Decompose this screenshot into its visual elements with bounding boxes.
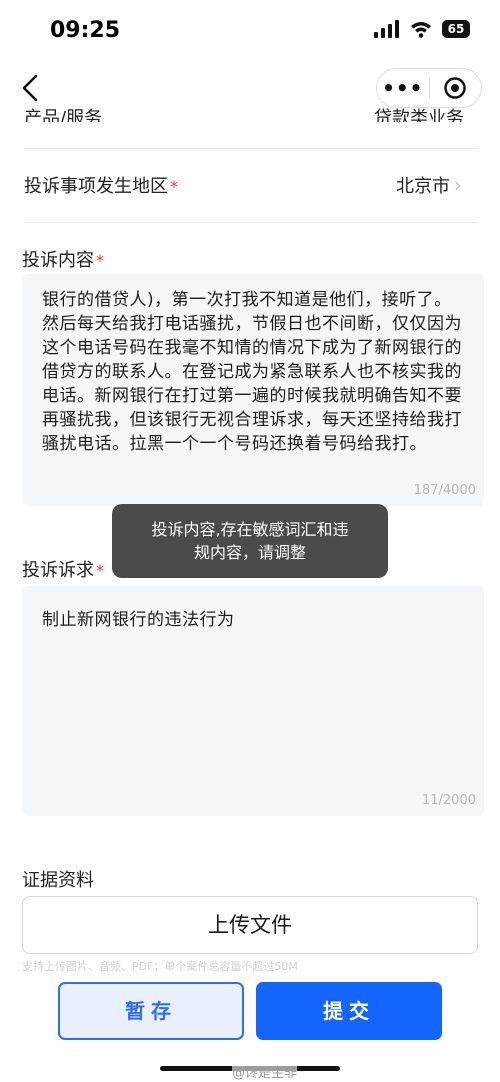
content-label-group: 投诉内容 *	[22, 246, 104, 272]
signal-icon	[374, 20, 399, 38]
submit-button[interactable]: 提交	[256, 982, 442, 1040]
product-service-row[interactable]: 产品/服务 贷款类业务	[24, 98, 464, 122]
region-value: 北京市	[396, 176, 450, 197]
upload-file-button[interactable]: 上传文件	[22, 896, 478, 954]
demand-label-group: 投诉诉求 *	[22, 556, 104, 582]
upload-hint: 支持上传图片、音频、PDF；单个案件总容量不超过50M	[22, 960, 298, 973]
toast-line-2: 规内容，请调整	[193, 543, 306, 562]
divider	[24, 222, 478, 223]
chevron-right-icon: ›	[454, 173, 462, 197]
required-mark: *	[96, 561, 104, 580]
required-mark: *	[170, 177, 178, 196]
battery-icon: 65	[442, 20, 470, 38]
content-char-counter: 187/4000	[413, 483, 476, 498]
wifi-icon	[411, 22, 431, 38]
save-draft-button[interactable]: 暂存	[58, 982, 244, 1040]
required-mark: *	[96, 251, 104, 270]
evidence-label: 证据资料	[22, 870, 94, 891]
status-time: 09:25	[50, 18, 121, 43]
demand-label: 投诉诉求	[22, 560, 94, 581]
complaint-demand-textarea[interactable]: 制止新网银行的违法行为 11/2000	[22, 586, 484, 816]
region-label: 投诉事项发生地区	[24, 176, 168, 197]
product-service-value: 贷款类业务	[374, 108, 464, 122]
target-icon	[444, 77, 466, 99]
toast-line-1: 投诉内容,存在敏感词汇和违	[151, 520, 349, 539]
close-miniprogram-button[interactable]	[430, 76, 482, 100]
divider	[24, 148, 478, 149]
complaint-content-text: 银行的借贷人)，第一次打我不知道是他们，接听了。然后每天给我打电话骚扰，节假日也…	[42, 290, 462, 454]
watermark-text: @馋是生非	[232, 1062, 298, 1081]
complaint-demand-text: 制止新网银行的违法行为	[42, 610, 235, 630]
status-icons: 65	[374, 20, 470, 38]
region-label-group: 投诉事项发生地区 *	[24, 172, 178, 198]
toast-message: 投诉内容,存在敏感词汇和违 规内容，请调整	[112, 504, 388, 578]
content-label: 投诉内容	[22, 250, 94, 271]
region-selector[interactable]: 北京市 ›	[396, 172, 462, 198]
complaint-content-textarea[interactable]: 银行的借贷人)，第一次打我不知道是他们，接听了。然后每天给我打电话骚扰，节假日也…	[22, 274, 484, 506]
product-service-label: 产品/服务	[24, 108, 103, 122]
demand-char-counter: 11/2000	[421, 793, 476, 808]
